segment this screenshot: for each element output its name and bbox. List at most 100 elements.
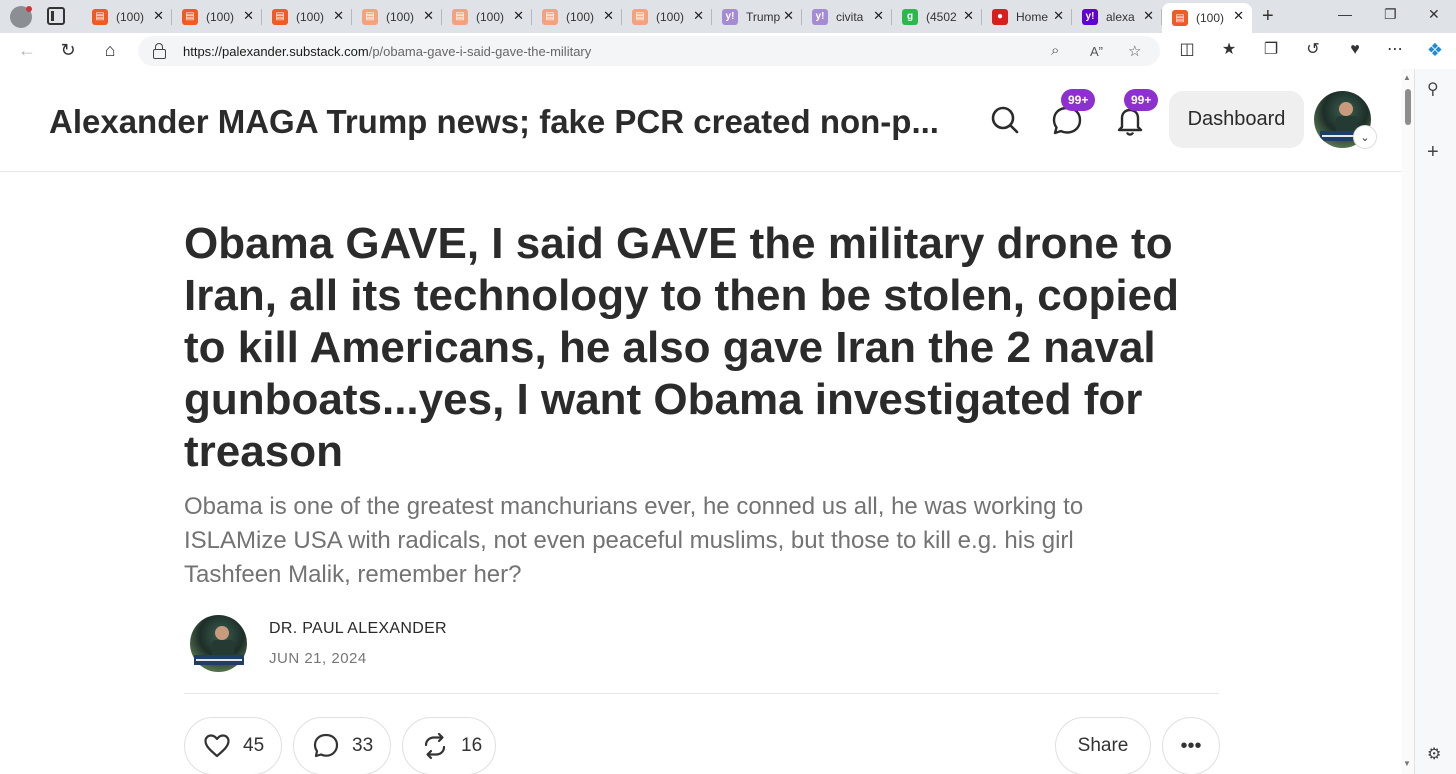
red-circle-icon: ● — [992, 8, 1008, 25]
share-button[interactable]: Share — [1055, 717, 1151, 774]
substack-icon: ▤ — [362, 8, 378, 25]
close-tab-icon[interactable]: ✕ — [243, 8, 254, 24]
browser-tab[interactable]: ▤ (100) ✕ — [262, 3, 352, 30]
yahoo-icon: y! — [812, 8, 828, 25]
browser-tab[interactable]: ▤ (100) ✕ — [442, 3, 532, 30]
browser-tab[interactable]: g (4502 ✕ — [892, 3, 982, 30]
publication-title[interactable]: Alexander MAGA Trump news; fake PCR crea… — [49, 103, 939, 141]
tab-actions-icon[interactable] — [47, 7, 65, 25]
tab-title: (100) — [656, 9, 685, 24]
minimize-icon[interactable]: — — [1338, 6, 1352, 22]
site-header: Alexander MAGA Trump news; fake PCR crea… — [0, 69, 1401, 172]
refresh-icon[interactable]: ↻ — [57, 39, 79, 61]
like-count: 45 — [243, 735, 265, 756]
browser-tab[interactable]: ▤ (100) ✕ — [622, 3, 712, 30]
history-icon[interactable]: ↺ — [1302, 39, 1324, 61]
favorites-icon[interactable]: ★ — [1218, 39, 1240, 61]
chevron-down-icon[interactable]: ⌄ — [1353, 125, 1377, 149]
chat-icon[interactable]: 99+ — [1050, 89, 1096, 137]
browser-tab[interactable]: ▤ (100) ✕ — [172, 3, 262, 30]
browser-tab[interactable]: ▤ (100) ✕ — [1162, 3, 1252, 33]
substack-icon: ▤ — [632, 8, 648, 25]
close-tab-icon[interactable]: ✕ — [423, 8, 434, 24]
close-tab-icon[interactable]: ✕ — [513, 8, 524, 24]
edge-sidebar: ⚲ + ⚙ — [1414, 69, 1456, 774]
comment-button[interactable]: 33 — [293, 717, 391, 774]
close-tab-icon[interactable]: ✕ — [1143, 8, 1154, 24]
close-tab-icon[interactable]: ✕ — [693, 8, 704, 24]
search-icon[interactable] — [988, 103, 1022, 137]
zoom-icon[interactable]: ⌕ — [1051, 42, 1059, 59]
g-icon: g — [902, 8, 918, 25]
chat-badge: 99+ — [1061, 89, 1096, 111]
sidebar-settings-icon[interactable]: ⚙ — [1427, 744, 1441, 764]
web-page: Alexander MAGA Trump news; fake PCR crea… — [0, 69, 1401, 774]
tab-title: civita — [836, 9, 864, 24]
split-screen-icon[interactable]: ◫ — [1176, 39, 1198, 61]
copilot-icon[interactable]: ❖ — [1424, 39, 1446, 61]
browser-tab[interactable]: ● Home ✕ — [982, 3, 1072, 30]
tab-title: (100) — [386, 9, 415, 24]
close-tab-icon[interactable]: ✕ — [603, 8, 614, 24]
tab-title: (100) — [116, 9, 145, 24]
substack-icon: ▤ — [452, 8, 468, 25]
substack-icon: ▤ — [1172, 10, 1188, 26]
browser-tab-strip: ▤ (100) ✕ ▤ (100) ✕ ▤ (100) ✕ ▤ (100) ✕ ▤ (100) ✕ ▤ (100… — [0, 0, 1456, 33]
close-tab-icon[interactable]: ✕ — [1053, 8, 1064, 24]
scrollbar[interactable]: ▲ ▼ — [1401, 69, 1414, 774]
comment-count: 33 — [352, 735, 374, 756]
close-tab-icon[interactable]: ✕ — [153, 8, 164, 24]
scroll-up-icon[interactable]: ▲ — [1403, 73, 1411, 82]
tab-title: (100) — [566, 9, 595, 24]
browser-tab[interactable]: y! alexa ✕ — [1072, 3, 1162, 30]
restack-count: 16 — [461, 735, 483, 756]
url-text[interactable]: https://palexander.substack.com/p/obama-… — [183, 44, 591, 59]
browser-tab[interactable]: ▤ (100) ✕ — [532, 3, 622, 30]
yahoo-icon: y! — [1082, 8, 1098, 25]
browser-tab[interactable]: ▤ (100) ✕ — [352, 3, 442, 30]
back-icon[interactable]: ← — [16, 39, 38, 61]
notification-bell-icon[interactable]: 99+ — [1113, 89, 1159, 137]
restore-icon[interactable]: ❐ — [1384, 6, 1397, 23]
close-tab-icon[interactable]: ✕ — [963, 8, 974, 24]
scrollbar-thumb[interactable] — [1405, 89, 1411, 125]
address-bar[interactable]: https://palexander.substack.com/p/obama-… — [138, 36, 1160, 66]
share-label: Share — [1077, 735, 1129, 756]
author-avatar[interactable] — [190, 615, 247, 672]
profile-icon[interactable] — [10, 6, 32, 28]
browser-tab[interactable]: ▤ (100) ✕ — [82, 3, 172, 30]
like-button[interactable]: 45 — [184, 717, 282, 774]
notification-badge: 99+ — [1124, 89, 1159, 111]
close-tab-icon[interactable]: ✕ — [783, 8, 794, 24]
yahoo-icon: y! — [722, 8, 738, 25]
restack-button[interactable]: 16 — [402, 717, 496, 774]
sidebar-add-icon[interactable]: + — [1427, 141, 1439, 164]
collections-icon[interactable]: ❐ — [1260, 39, 1282, 61]
lock-icon[interactable] — [152, 43, 166, 59]
home-icon[interactable]: ⌂ — [99, 39, 121, 61]
read-aloud-icon[interactable]: A” — [1090, 44, 1103, 59]
more-menu-icon[interactable]: ⋯ — [1384, 39, 1406, 61]
close-tab-icon[interactable]: ✕ — [333, 8, 344, 24]
sidebar-search-icon[interactable]: ⚲ — [1427, 79, 1439, 99]
dashboard-button[interactable]: Dashboard — [1169, 91, 1304, 148]
tab-title: (100) — [206, 9, 235, 24]
divider — [184, 693, 1219, 694]
author-name[interactable]: DR. PAUL ALEXANDER — [269, 620, 447, 638]
close-tab-icon[interactable]: ✕ — [1233, 8, 1244, 24]
browser-tab[interactable]: y! Trump ✕ — [712, 3, 802, 30]
browser-essentials-icon[interactable]: ♥ — [1344, 39, 1366, 61]
new-tab-icon[interactable]: + — [1262, 5, 1274, 28]
close-tab-icon[interactable]: ✕ — [873, 8, 884, 24]
post-title: Obama GAVE, I said GAVE the military dro… — [184, 219, 1180, 476]
tab-title: (4502 — [926, 9, 957, 24]
substack-icon: ▤ — [92, 8, 108, 25]
heart-icon — [204, 734, 230, 758]
tab-title: (100) — [1196, 11, 1225, 25]
scroll-down-icon[interactable]: ▼ — [1403, 759, 1411, 768]
tab-title: Home — [1016, 9, 1049, 24]
favorite-star-icon[interactable]: ☆ — [1128, 42, 1141, 60]
close-window-icon[interactable]: ✕ — [1428, 6, 1440, 23]
browser-tab[interactable]: y! civita ✕ — [802, 3, 892, 30]
more-options-icon[interactable]: ••• — [1162, 717, 1220, 774]
